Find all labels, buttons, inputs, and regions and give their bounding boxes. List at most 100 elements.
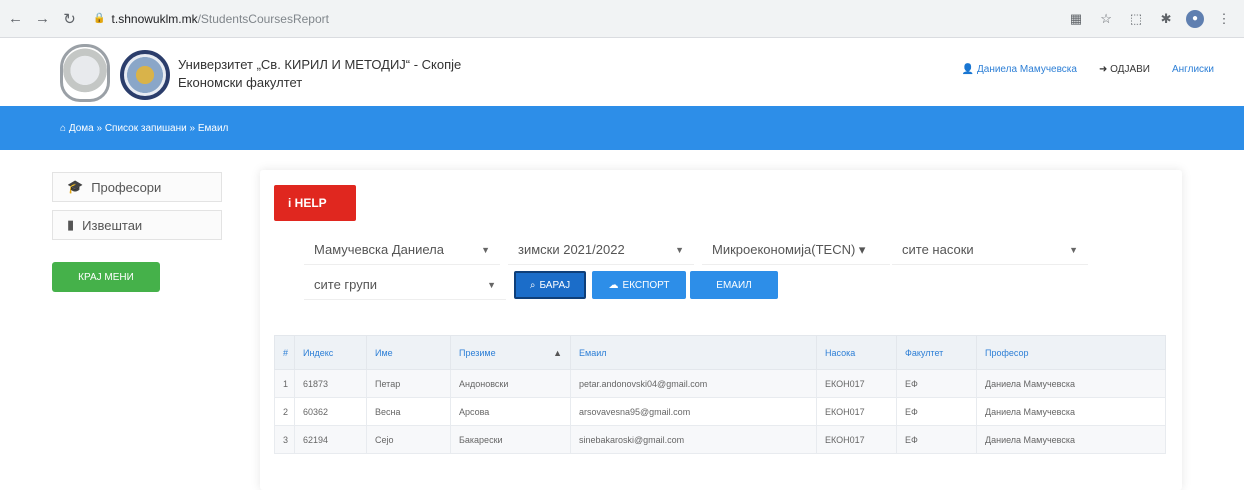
help-label: HELP [294,196,327,210]
cell-number: 2 [274,397,295,426]
sidebar-item-reports[interactable]: ▮ Извештаи [52,210,222,240]
sidebar-item-professors[interactable]: 🎓 Професори [52,172,222,202]
header-links: 👤 Даниела Мамучевска ➜ ОДЈАВИ Англиски [962,64,1214,75]
breadcrumb: ⌂ Дома » Список запишани » Емаил [0,106,1244,150]
cell-first-name: Петар [366,369,451,398]
table-row: 2 60362 Весна Арсова arsovavesna95@gmail… [274,397,1166,426]
col-program[interactable]: Насока [816,335,897,370]
breadcrumb-text[interactable]: Дома » Список запишани » Емаил [69,123,229,134]
university-logo [60,44,110,102]
home-icon[interactable]: ⌂ [60,123,69,134]
sidebar-item-label: Извештаи [82,217,143,233]
user-icon: 👤 [961,64,977,75]
col-index[interactable]: Индекс [294,335,367,370]
cell-last-name: Арсова [450,397,571,426]
professor-value: Мамучевска Даниела [314,242,444,257]
faculty-name: Економски факултет [178,75,303,90]
cell-first-name: Сејо [366,425,451,454]
course-value: Микроекономија(ТЕСN) ▾ [712,241,866,257]
table-row: 1 61873 Петар Андоновски petar.andonovsk… [274,369,1166,398]
cell-professor: Даниела Мамучевска [976,425,1166,454]
sidebar-item-label: Професори [91,179,162,195]
chevron-down-icon: ▼ [1069,244,1078,255]
report-panel: i HELP Мамучевска Даниела ▼ зимски 2021/… [260,170,1182,490]
logout-icon: ➜ [1098,64,1111,75]
group-value: сите групи [314,277,378,292]
cell-last-name: Бакарески [450,425,571,454]
cell-number: 1 [274,369,295,398]
user-link-label: Даниела Мамучевска [976,64,1077,75]
puzzle-icon[interactable]: ✱ [1156,9,1176,29]
cell-faculty: ЕФ [896,397,977,426]
lock-icon: 🔒 [93,13,106,24]
export-label: ЕКСПОРТ [622,279,670,291]
reader-icon[interactable]: ▦ [1066,9,1086,29]
cell-last-name: Андоновски [450,369,571,398]
cell-faculty: ЕФ [896,425,977,454]
graduation-cap-icon: 🎓 [67,179,84,194]
url-host: t.shnowuklm.mk [111,11,198,26]
institution-name: Универзитет „Св. КИРИЛ И МЕТОДИЈ“ - Скоп… [178,56,461,92]
col-last-name[interactable]: Презиме ▲ [450,335,571,370]
logout-link-label: ОДЈАВИ [1110,64,1150,75]
cell-email: sinebakaroski@gmail.com [570,425,817,454]
cell-professor: Даниела Мамучевска [976,369,1166,398]
sort-asc-icon: ▲ [553,347,562,358]
col-faculty[interactable]: Факултет [896,335,977,370]
program-value: сите насоки [902,242,974,257]
back-icon[interactable]: ← [4,7,27,31]
menu-kebab-icon[interactable]: ⋮ [1214,9,1234,29]
chevron-down-icon: ▼ [675,244,684,255]
cell-faculty: ЕФ [896,369,977,398]
export-button[interactable]: ☁ ЕКСПОРТ [592,271,686,299]
star-icon[interactable]: ☆ [1096,9,1116,29]
bar-chart-icon: ▮ [67,217,75,232]
cell-first-name: Весна [366,397,451,426]
program-select[interactable]: сите насоки ▼ [892,235,1088,265]
students-table: # Индекс Име Презиме ▲ Емаил Насока Факу… [274,335,1166,454]
browser-toolbar: ← → ↻ 🔒 t.shnowuklm.mk /StudentsCoursesR… [0,0,1244,38]
col-email[interactable]: Емаил [570,335,817,370]
cell-index: 60362 [294,397,367,426]
col-last-name-label: Презиме [459,347,496,358]
semester-value: зимски 2021/2022 [518,242,625,257]
cell-professor: Даниела Мамучевска [976,397,1166,426]
close-menu-button[interactable]: КРАЈ МЕНИ [52,262,160,292]
user-link[interactable]: 👤 Даниела Мамучевска [962,64,1077,75]
table-header-row: # Индекс Име Презиме ▲ Емаил Насока Факу… [274,335,1166,370]
chevron-down-icon: ▼ [481,244,490,255]
chevron-down-icon: ▼ [487,279,496,290]
cell-email: petar.andonovski04@gmail.com [570,369,817,398]
col-number[interactable]: # [274,335,295,370]
col-first-name[interactable]: Име [366,335,451,370]
university-name: Универзитет „Св. КИРИЛ И МЕТОДИЈ“ - Скоп… [178,57,462,72]
url-path: /StudentsCoursesReport [197,11,329,26]
reload-icon[interactable]: ↻ [58,7,81,31]
course-select[interactable]: Микроекономија(ТЕСN) ▾ [702,235,890,265]
table-row: 3 62194 Сејо Бакарески sinebakaroski@gma… [274,425,1166,454]
cell-program: ЕКОН017 [816,425,897,454]
extension-icon[interactable]: ⬚ [1126,9,1146,29]
group-select[interactable]: сите групи ▼ [304,270,506,300]
faculty-logo [120,50,170,100]
cell-program: ЕКОН017 [816,397,897,426]
email-label: ЕМАИЛ [716,279,752,291]
search-icon: ⌕ [529,279,536,291]
info-icon: i [288,196,295,210]
language-link[interactable]: Англиски [1172,64,1214,75]
address-bar[interactable]: 🔒 t.shnowuklm.mk /StudentsCoursesReport [87,5,1067,32]
cell-index: 62194 [294,425,367,454]
semester-select[interactable]: зимски 2021/2022 ▼ [508,235,694,265]
help-button[interactable]: i HELP [274,185,356,221]
cell-number: 3 [274,425,295,454]
profile-avatar[interactable]: ● [1186,9,1205,28]
cell-index: 61873 [294,369,367,398]
logout-link[interactable]: ➜ ОДЈАВИ [1099,64,1150,75]
email-button[interactable]: ЕМАИЛ [690,271,778,299]
cloud-icon: ☁ [608,279,619,291]
search-label: БАРАЈ [539,279,571,291]
professor-select[interactable]: Мамучевска Даниела ▼ [304,235,500,265]
forward-icon[interactable]: → [31,7,54,31]
search-button[interactable]: ⌕ БАРАЈ [514,271,586,299]
col-professor[interactable]: Професор [976,335,1166,370]
